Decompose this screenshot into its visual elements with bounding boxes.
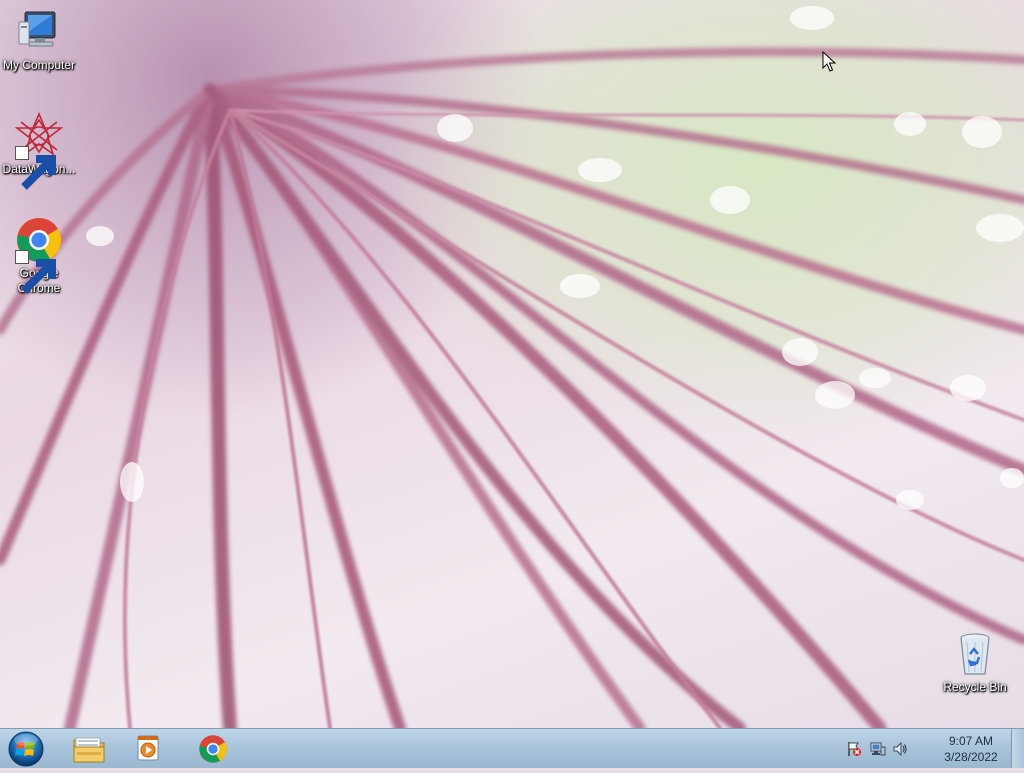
- clock-time: 9:07 AM: [948, 734, 994, 748]
- windows-start-icon: [8, 731, 44, 767]
- action-center-flag-icon[interactable]: [846, 741, 862, 757]
- taskbar-file-explorer[interactable]: [62, 731, 116, 767]
- shortcut-arrow-icon: [15, 250, 56, 294]
- recycle-bin-icon: [951, 630, 999, 678]
- computer-icon: [15, 8, 63, 56]
- chrome-icon: [199, 735, 227, 763]
- datawagon-icon: [15, 112, 63, 190]
- volume-icon[interactable]: [892, 741, 908, 757]
- mouse-cursor-icon: [822, 51, 836, 72]
- shortcut-arrow-icon: [15, 146, 56, 190]
- desktop-icon-label: My Computer: [2, 58, 76, 72]
- show-desktop-button[interactable]: [1011, 729, 1024, 768]
- taskbar-clock[interactable]: 9:07 AM 3/28/2022: [936, 733, 1006, 765]
- desktop-icon-datawagon[interactable]: DataWagon...: [0, 112, 79, 190]
- taskbar-media-player[interactable]: [122, 731, 176, 767]
- network-icon[interactable]: [870, 741, 886, 757]
- desktop-wallpaper: [0, 0, 1024, 728]
- start-button[interactable]: [6, 730, 46, 768]
- file-explorer-icon: [73, 737, 105, 763]
- clock-date: 3/28/2022: [944, 750, 998, 764]
- desktop-icon-my-computer[interactable]: My Computer: [0, 8, 79, 73]
- system-tray: 9:07 AM 3/28/2022: [846, 729, 1006, 769]
- taskbar-chrome[interactable]: [186, 731, 240, 767]
- desktop-icon-google-chrome[interactable]: Google Chrome: [0, 216, 79, 296]
- chrome-icon: [15, 216, 63, 294]
- desktop-icon-label: Recycle Bin: [943, 680, 1007, 694]
- wallpaper-stems: [0, 6, 1024, 728]
- desktop-icon-recycle-bin[interactable]: Recycle Bin: [935, 630, 1015, 695]
- media-player-icon: [137, 735, 159, 761]
- taskbar: 9:07 AM 3/28/2022: [0, 728, 1024, 768]
